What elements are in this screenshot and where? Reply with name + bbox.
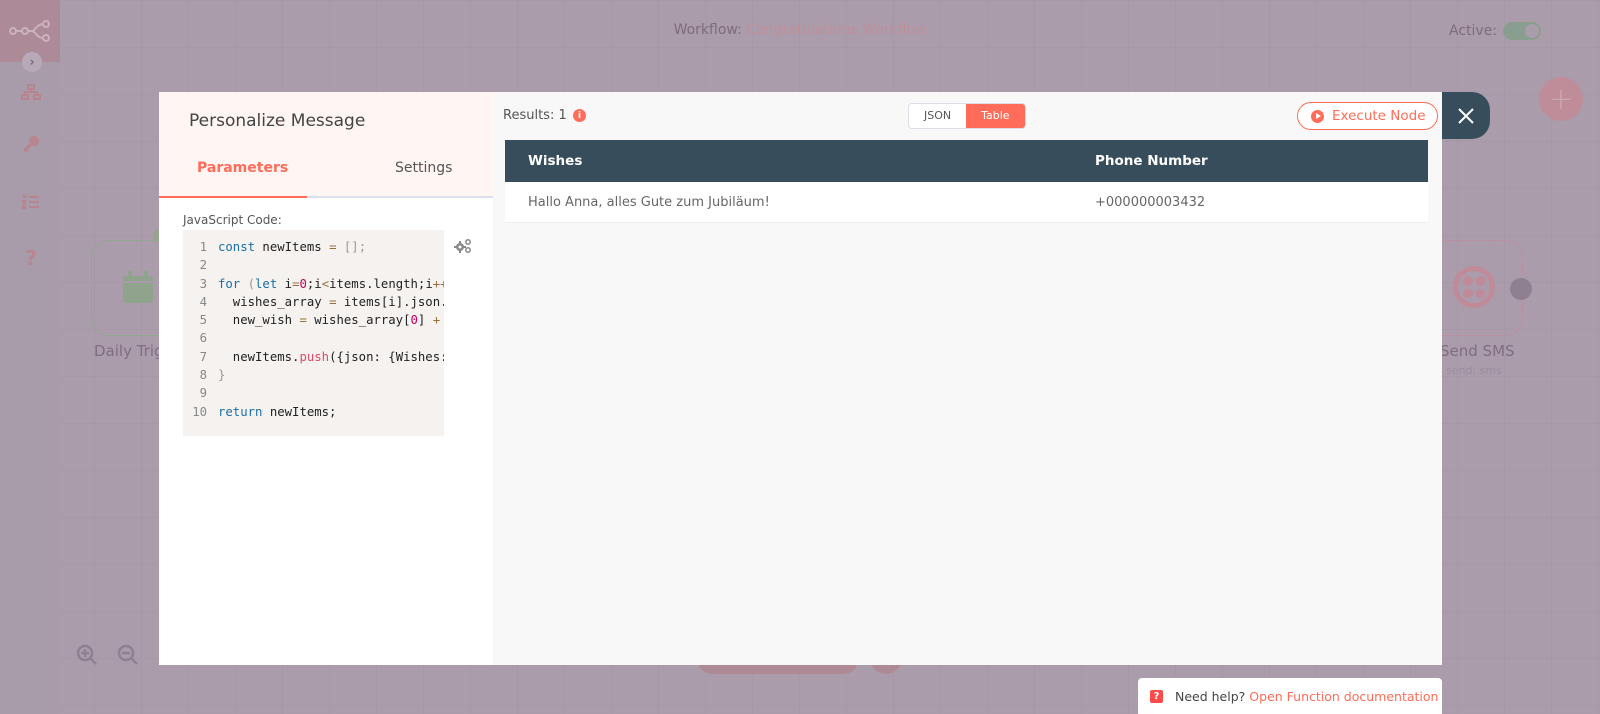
view-toggle: JSON Table <box>908 103 1026 129</box>
help-icon: ? <box>25 246 37 270</box>
table-view-button[interactable]: Table <box>966 104 1025 128</box>
twilio-dots <box>1463 276 1485 298</box>
active-control: Active: <box>1449 22 1542 40</box>
column-header-phone: Phone Number <box>1095 153 1208 169</box>
info-icon[interactable]: i <box>573 109 586 122</box>
code-token: 0 <box>410 313 418 328</box>
code-token: wishes_array <box>218 294 330 309</box>
help-bar: ? Need help? Open Function documentation <box>1138 678 1442 714</box>
code-token: items.length;i <box>329 276 433 291</box>
table-cell: +000000003432 <box>1095 194 1206 210</box>
expand-sidebar-button[interactable]: › <box>22 52 42 72</box>
code-token: ] <box>417 313 433 328</box>
table-row: Hallo Anna, alles Gute zum Jubiläum! +00… <box>505 182 1428 223</box>
line-number: 5 <box>199 313 207 328</box>
node-subtitle: send: sms <box>1446 364 1502 377</box>
gears-icon <box>454 239 471 253</box>
code-token: return <box>218 404 263 419</box>
sidebar-item-workflows[interactable] <box>18 80 44 104</box>
checklist-icon <box>22 194 39 209</box>
code-token: const <box>218 240 256 254</box>
column-header-wishes: Wishes <box>528 153 583 169</box>
code-token: newItems <box>255 240 330 254</box>
add-node-button[interactable]: + <box>1539 77 1583 121</box>
code-token: ( <box>240 276 256 291</box>
execute-node-label: Execute Node <box>1332 108 1426 124</box>
workflow-title: Workflow: Congratulations Workflow <box>0 22 1600 38</box>
active-label: Active: <box>1449 23 1498 39</box>
parameters-pane: Personalize Message Parameters Settings … <box>159 92 493 665</box>
code-token: < <box>321 276 330 291</box>
close-modal-button[interactable] <box>1442 92 1490 139</box>
line-number: 9 <box>199 386 207 401</box>
node-output-dot[interactable] <box>1510 278 1532 300</box>
execute-node-button[interactable]: Execute Node <box>1297 102 1438 130</box>
active-toggle[interactable] <box>1503 22 1542 40</box>
code-token: []; <box>336 240 367 254</box>
tab-parameters[interactable]: Parameters <box>197 160 288 176</box>
sidebar-item-help[interactable]: ? <box>18 246 44 270</box>
results-count: Results: 1 <box>503 108 567 123</box>
close-icon <box>1458 107 1474 124</box>
sidebar-item-executions[interactable] <box>18 190 44 214</box>
node-details-modal: Personalize Message Parameters Settings … <box>159 92 1442 665</box>
plus-icon: + <box>1548 81 1574 117</box>
zoom-out-button[interactable] <box>117 644 139 666</box>
function-docs-link[interactable]: Open Function documentation <box>1249 689 1438 704</box>
code-token: ({json: {Wishes: <box>329 349 444 364</box>
javascript-code-label: JavaScript Code: <box>183 213 282 227</box>
network-icon <box>21 84 41 100</box>
code-token: } <box>218 368 226 383</box>
table-cell: Hallo Anna, alles Gute zum Jubiläum! <box>528 194 770 210</box>
node-label: Send SMS <box>1440 342 1515 360</box>
code-token: 0 <box>299 276 307 291</box>
line-number: 3 <box>199 276 207 291</box>
question-icon: ? <box>1150 689 1163 703</box>
code-token: for <box>218 276 241 291</box>
code-token: push <box>299 349 330 364</box>
node-title[interactable]: Personalize Message <box>189 111 365 131</box>
code-token: items[i].json. <box>336 294 444 309</box>
tab-settings[interactable]: Settings <box>395 160 452 176</box>
code-token: i <box>277 276 293 291</box>
code-token: new_wish <box>218 313 300 328</box>
code-token: newItems. <box>218 349 300 364</box>
help-prompt: Need help? <box>1175 688 1246 704</box>
json-view-button[interactable]: JSON <box>909 104 967 128</box>
line-number: 1 <box>199 240 207 254</box>
line-number: 2 <box>199 258 207 273</box>
line-number: 8 <box>199 368 207 383</box>
line-number: 10 <box>192 404 207 419</box>
sidebar-item-credentials[interactable] <box>18 132 44 156</box>
zoom-in-icon <box>76 644 97 665</box>
code-token: = <box>299 313 307 328</box>
table-header: Wishes Phone Number <box>505 140 1428 182</box>
code-token: ++ <box>432 276 444 291</box>
code-token: ;i <box>306 276 322 291</box>
key-icon <box>22 136 39 153</box>
code-options-button[interactable] <box>453 238 473 254</box>
sidebar: › ? <box>0 0 60 714</box>
code-token: + <box>432 313 441 328</box>
code-token: wishes_array[ <box>306 313 411 328</box>
workflow-name[interactable]: Congratulations Workflow <box>746 22 926 38</box>
active-tab-indicator <box>159 196 307 198</box>
play-icon <box>1311 109 1324 123</box>
node-label: Daily Trig <box>94 342 164 360</box>
line-number: 6 <box>199 331 207 346</box>
code-token: newItems; <box>262 404 337 419</box>
workflow-prefix: Workflow: <box>673 22 742 38</box>
code-token: let <box>255 276 278 291</box>
zoom-out-icon <box>117 644 138 665</box>
calendar-icon <box>123 271 153 303</box>
line-number: 7 <box>199 349 207 364</box>
output-pane: Results: 1 i JSON Table Execute Node Wis… <box>493 92 1442 665</box>
line-number: 4 <box>199 294 207 309</box>
code-editor[interactable]: 1 const newItems = []; 2 3 for (let i=0;i<… <box>183 230 444 436</box>
results-table: Wishes Phone Number Hallo Anna, alles Gu… <box>505 140 1428 223</box>
node-header: Personalize Message Parameters Settings <box>159 92 493 198</box>
zoom-in-button[interactable] <box>76 644 98 666</box>
